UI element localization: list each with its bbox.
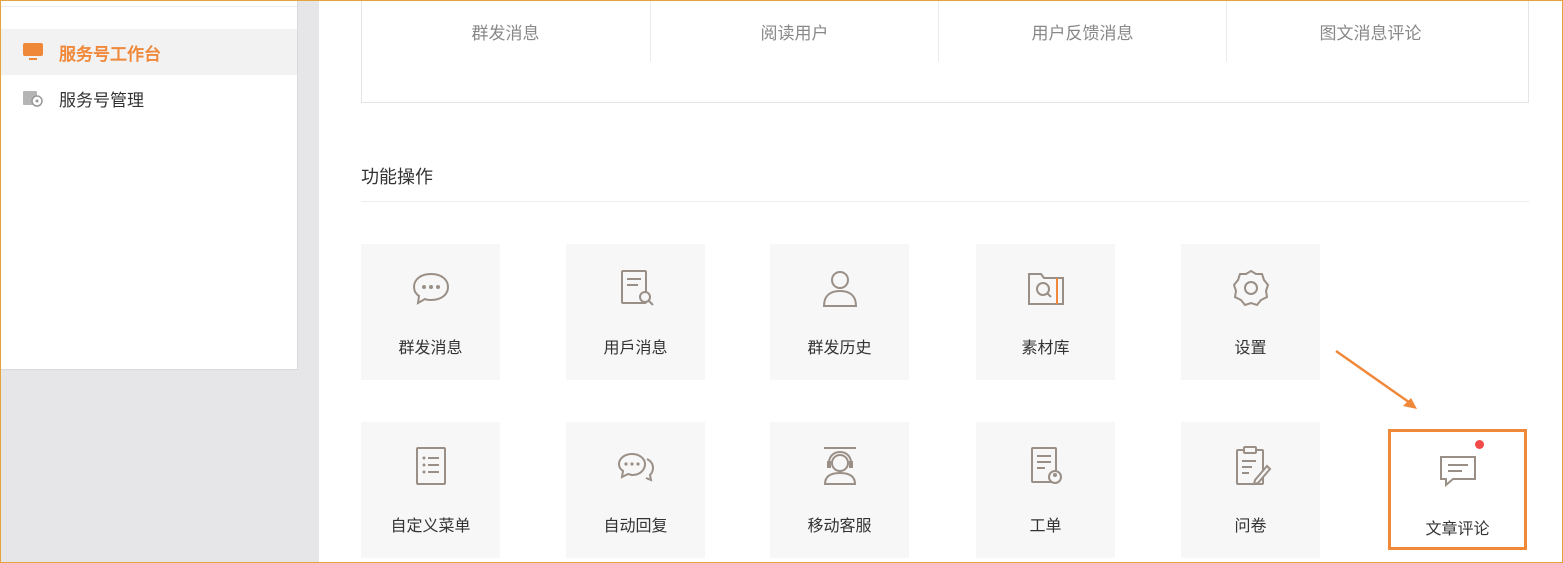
settings-icon — [1229, 266, 1273, 310]
monitor-icon — [23, 43, 43, 61]
tile-user-messages[interactable]: 用戶消息 — [566, 244, 705, 380]
sidebar-item-label: 服务号工作台 — [59, 44, 161, 65]
main-content: 群发消息 阅读用户 用户反馈消息 图文消息评论 功能操作 群发消息 用戶消息 群… — [319, 0, 1563, 563]
stat-label: 阅读用户 — [760, 23, 829, 44]
tile-article-comments[interactable]: 文章评论 — [1388, 429, 1527, 550]
tile-work-order[interactable]: 工单 — [976, 422, 1115, 558]
sidebar: 服务号工作台 服务号管理 — [0, 0, 298, 370]
stat-label: 用户反馈消息 — [1031, 23, 1134, 44]
tile-label: 素材库 — [1021, 338, 1070, 357]
tile-label: 自定义菜单 — [390, 516, 471, 535]
comment-icon — [1436, 448, 1480, 492]
chat-bubbles-icon — [614, 444, 658, 488]
headset-agent-icon — [818, 444, 862, 488]
list-icon — [409, 444, 453, 488]
tile-label: 群发历史 — [807, 338, 872, 357]
folder-search-icon — [1024, 266, 1068, 310]
stat-label: 群发消息 — [471, 23, 540, 44]
tile-label: 文章评论 — [1425, 519, 1490, 538]
pointer-arrow-icon — [1335, 349, 1417, 409]
stat-article-comments[interactable]: 图文消息评论 — [1227, 0, 1514, 62]
tile-label: 移动客服 — [807, 516, 872, 535]
tile-label: 自动回复 — [603, 516, 668, 535]
tile-survey[interactable]: 问卷 — [1181, 422, 1320, 558]
tile-settings[interactable]: 设置 — [1181, 244, 1320, 380]
stat-label: 图文消息评论 — [1319, 23, 1422, 44]
stat-readers[interactable]: 阅读用户 — [651, 0, 938, 62]
notification-dot — [1475, 440, 1484, 449]
chat-bubble-icon — [409, 266, 453, 310]
stats-panel: 群发消息 阅读用户 用户反馈消息 图文消息评论 — [361, 0, 1529, 103]
ticket-icon — [1024, 444, 1068, 488]
tile-label: 设置 — [1234, 338, 1267, 357]
tile-label: 问卷 — [1234, 516, 1267, 535]
document-search-icon — [614, 266, 658, 310]
sidebar-item-management[interactable]: 服务号管理 — [0, 75, 297, 121]
tile-mass-history[interactable]: 群发历史 — [770, 244, 909, 380]
survey-icon — [1229, 444, 1273, 488]
stat-mass-message[interactable]: 群发消息 — [362, 0, 649, 62]
tile-label: 群发消息 — [398, 338, 463, 357]
tile-label: 用戶消息 — [603, 338, 668, 357]
gear-icon — [23, 89, 43, 107]
tile-custom-menu[interactable]: 自定义菜单 — [361, 422, 500, 558]
tile-mobile-service[interactable]: 移动客服 — [770, 422, 909, 558]
stat-feedback[interactable]: 用户反馈消息 — [939, 0, 1226, 62]
sidebar-item-label: 服务号管理 — [59, 90, 144, 111]
sidebar-divider — [0, 6, 297, 7]
user-icon — [818, 266, 862, 310]
tile-label: 工单 — [1029, 516, 1062, 535]
tile-mass-message[interactable]: 群发消息 — [361, 244, 500, 380]
tile-auto-reply[interactable]: 自动回复 — [566, 422, 705, 558]
tile-material-library[interactable]: 素材库 — [976, 244, 1115, 380]
sidebar-item-workbench[interactable]: 服务号工作台 — [0, 29, 297, 75]
section-divider — [361, 201, 1529, 202]
section-title: 功能操作 — [361, 167, 433, 188]
